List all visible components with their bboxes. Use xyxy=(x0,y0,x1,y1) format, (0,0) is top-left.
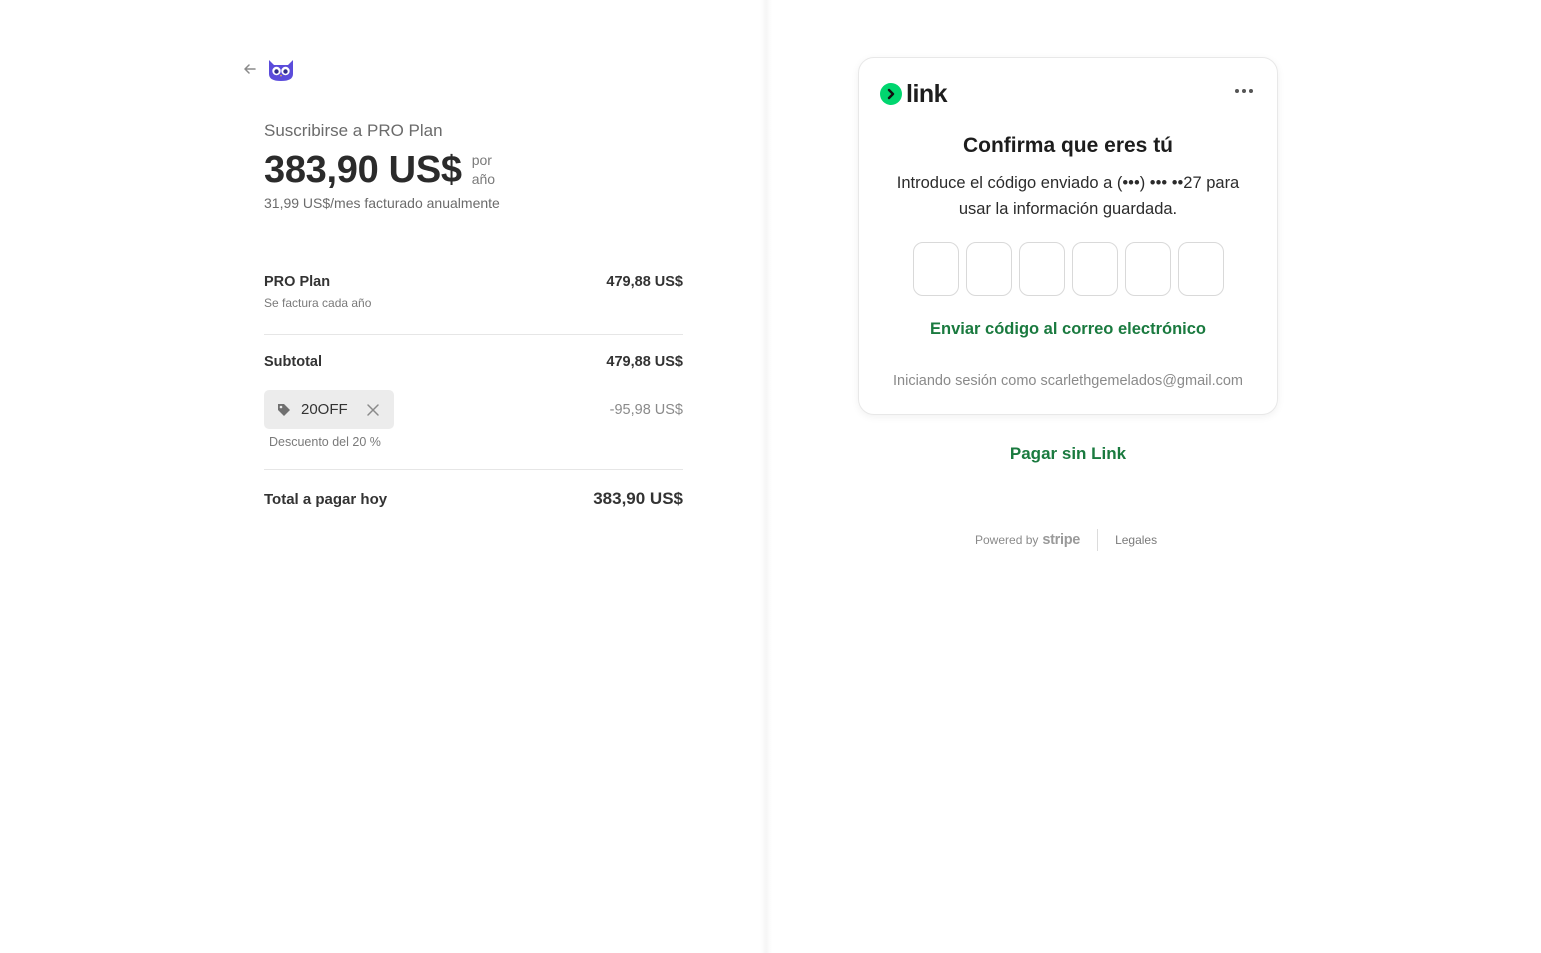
subtotal-row: Subtotal 479,88 US$ xyxy=(264,354,683,370)
price-period-line2: año xyxy=(471,171,496,187)
link-verification-card: link Confirma que eres tú Introduce el c… xyxy=(858,57,1278,415)
legal-link[interactable]: Legales xyxy=(1115,533,1157,547)
price-amount: 383,90 US$ xyxy=(264,149,462,191)
panel-divider xyxy=(760,0,772,953)
chevron-right-icon xyxy=(880,83,902,105)
subtotal-label: Subtotal xyxy=(264,354,322,370)
verification-description: Introduce el código enviado a (•••) ••• … xyxy=(896,174,1240,218)
plan-name: PRO Plan xyxy=(264,274,331,290)
header-row xyxy=(242,56,296,82)
stripe-logo: stripe xyxy=(1042,532,1081,548)
plan-amount: 479,88 US$ xyxy=(606,274,683,290)
promo-row: 20OFF -95,98 US$ Descuento del 20 % xyxy=(264,390,683,449)
otp-digit-6[interactable] xyxy=(1178,242,1224,296)
otp-digit-3[interactable] xyxy=(1019,242,1065,296)
powered-by-label: Powered by xyxy=(975,533,1039,547)
order-summary-panel: Suscribirse a PRO Plan 383,90 US$ por añ… xyxy=(0,0,766,953)
tag-icon xyxy=(277,403,291,417)
otp-digit-2[interactable] xyxy=(966,242,1012,296)
send-email-code-link[interactable]: Enviar código al correo electrónico xyxy=(859,320,1277,339)
subscribe-title: Suscribirse a PRO Plan xyxy=(264,121,443,140)
more-horizontal-icon[interactable] xyxy=(1233,84,1255,98)
powered-by-stripe[interactable]: Powered by stripe xyxy=(975,532,1080,548)
otp-digit-5[interactable] xyxy=(1125,242,1171,296)
plan-line-item: PRO Plan 479,88 US$ Se factura cada año xyxy=(264,274,683,310)
signed-in-as: Iniciando sesión como scarlethgemelados@… xyxy=(893,373,1243,389)
otp-digit-1[interactable] xyxy=(913,242,959,296)
verification-title: Confirma que eres tú xyxy=(962,134,1174,157)
discount-label: Descuento del 20 % xyxy=(269,435,381,449)
arrow-left-icon[interactable] xyxy=(242,61,258,77)
otp-input-group xyxy=(913,242,1224,296)
total-label: Total a pagar hoy xyxy=(264,490,388,508)
owl-logo-icon xyxy=(266,56,296,82)
divider xyxy=(264,469,683,470)
price-period-line1: por xyxy=(471,152,492,168)
otp-digit-4[interactable] xyxy=(1072,242,1118,296)
total-amount: 383,90 US$ xyxy=(593,489,683,508)
checkout-page: Suscribirse a PRO Plan 383,90 US$ por añ… xyxy=(0,0,1541,953)
discount-amount: -95,98 US$ xyxy=(609,401,683,418)
footer: Powered by stripe Legales xyxy=(975,529,1157,551)
promo-code-chip: 20OFF xyxy=(264,390,394,429)
price-row: 383,90 US$ por año xyxy=(264,148,495,192)
pay-without-link-button[interactable]: Pagar sin Link xyxy=(858,444,1278,464)
monthly-note: 31,99 US$/mes facturado anualmente xyxy=(264,195,500,211)
total-row: Total a pagar hoy 383,90 US$ xyxy=(264,489,683,509)
footer-divider xyxy=(1097,529,1099,551)
link-logo-text: link xyxy=(906,80,948,108)
close-icon[interactable] xyxy=(366,403,380,417)
price-period: por año xyxy=(472,151,495,189)
link-logo: link xyxy=(880,80,948,108)
subtotal-amount: 479,88 US$ xyxy=(606,354,683,370)
promo-code: 20OFF xyxy=(301,401,348,418)
plan-billing: Se factura cada año xyxy=(264,296,372,310)
divider xyxy=(264,334,683,335)
